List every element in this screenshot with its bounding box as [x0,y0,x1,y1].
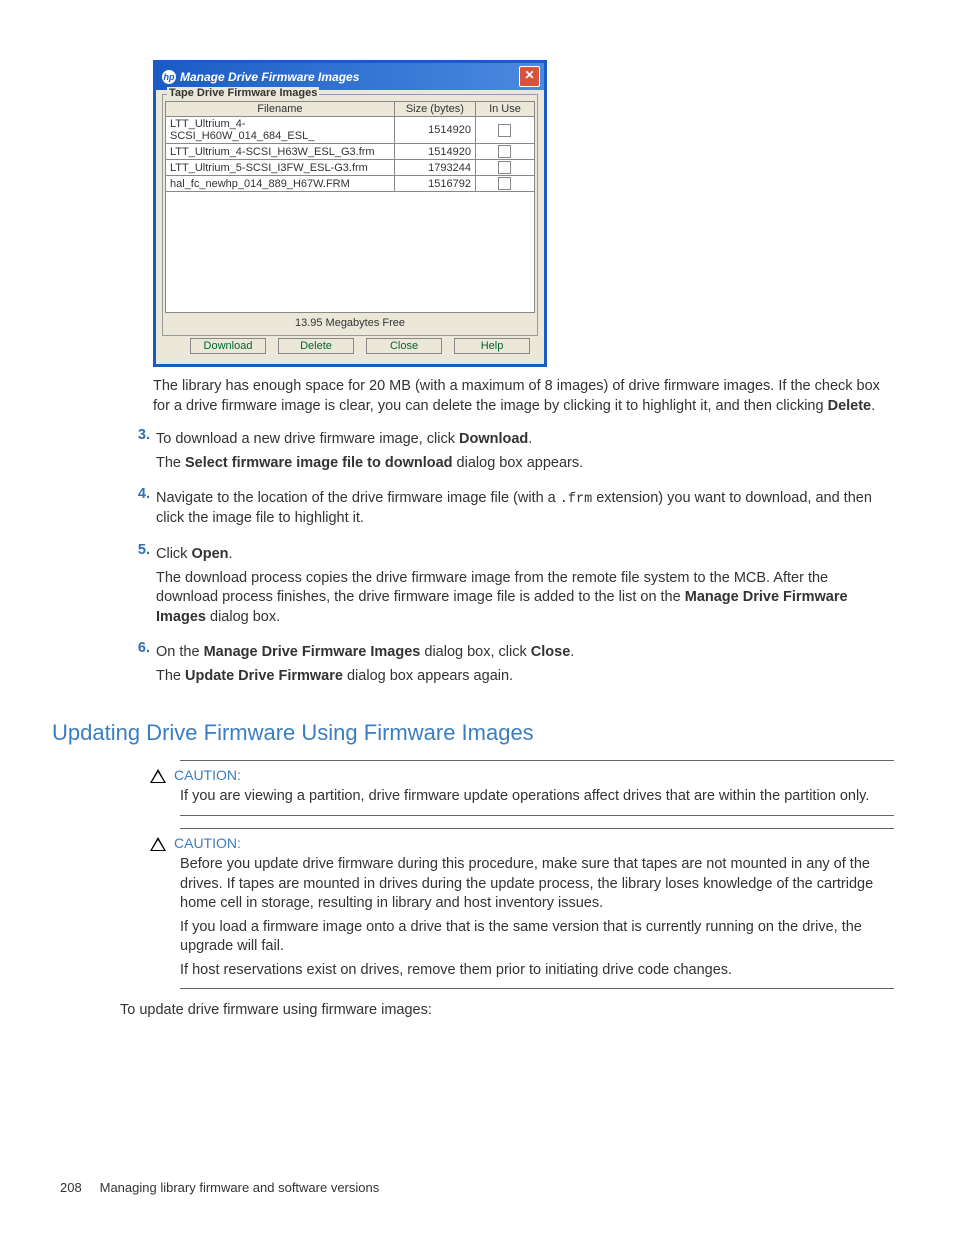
help-button[interactable]: Help [454,338,530,354]
footer-title: Managing library firmware and software v… [100,1180,380,1195]
dialog-titlebar: hp Manage Drive Firmware Images ✕ [156,63,544,90]
step-5: 5. Click Open. The download process copi… [126,541,894,631]
checkbox-icon[interactable] [498,161,511,174]
caution-label: CAUTION: [174,835,241,851]
caution-block: CAUTION: Before you update drive firmwar… [108,828,894,989]
tape-drive-firmware-fieldset: Tape Drive Firmware Images Filename Size… [162,94,538,336]
close-button[interactable]: Close [366,338,442,354]
step-4: 4. Navigate to the location of the drive… [126,485,894,533]
dialog-title: Manage Drive Firmware Images [180,70,519,84]
paragraph: To update drive firmware using firmware … [120,1001,894,1021]
caution-text: If you load a firmware image onto a driv… [180,918,894,957]
page-footer: 208 Managing library firmware and softwa… [60,1180,379,1195]
table-empty-area [165,192,535,313]
checkbox-icon[interactable] [498,145,511,158]
section-heading: Updating Drive Firmware Using Firmware I… [52,720,894,746]
free-space-label: 13.95 Megabytes Free [165,313,535,333]
close-icon[interactable]: ✕ [519,66,540,87]
paragraph: The library has enough space for 20 MB (… [153,377,894,416]
table-row[interactable]: LTT_Ultrium_5-SCSI_I3FW_ESL-G3.frm 17932… [166,160,535,176]
page-number: 208 [60,1180,96,1195]
checkbox-icon[interactable] [498,124,511,137]
col-filename: Filename [166,102,395,117]
fieldset-legend: Tape Drive Firmware Images [167,87,319,99]
caution-text: If host reservations exist on drives, re… [180,961,894,981]
table-row[interactable]: LTT_Ultrium_4-SCSI_H60W_014_684_ESL_ 151… [166,117,535,144]
step-3: 3. To download a new drive firmware imag… [126,426,894,477]
manage-drive-firmware-dialog: hp Manage Drive Firmware Images ✕ Tape D… [153,60,547,367]
col-inuse: In Use [475,102,534,117]
caution-text: If you are viewing a partition, drive fi… [180,787,894,807]
caution-triangle-icon [150,769,166,783]
caution-label: CAUTION: [174,767,241,783]
table-row[interactable]: hal_fc_newhp_014_889_H67W.FRM 1516792 [166,176,535,192]
delete-button[interactable]: Delete [278,338,354,354]
caution-text: Before you update drive firmware during … [180,855,894,914]
hp-logo-icon: hp [162,70,176,84]
download-button[interactable]: Download [190,338,266,354]
step-6: 6. On the Manage Drive Firmware Images d… [126,639,894,690]
col-size: Size (bytes) [394,102,475,117]
checkbox-icon[interactable] [498,177,511,190]
caution-block: CAUTION: If you are viewing a partition,… [108,760,894,816]
caution-triangle-icon [150,837,166,851]
table-row[interactable]: LTT_Ultrium_4-SCSI_H63W_ESL_G3.frm 15149… [166,144,535,160]
firmware-images-table: Filename Size (bytes) In Use LTT_Ultrium… [165,101,535,192]
